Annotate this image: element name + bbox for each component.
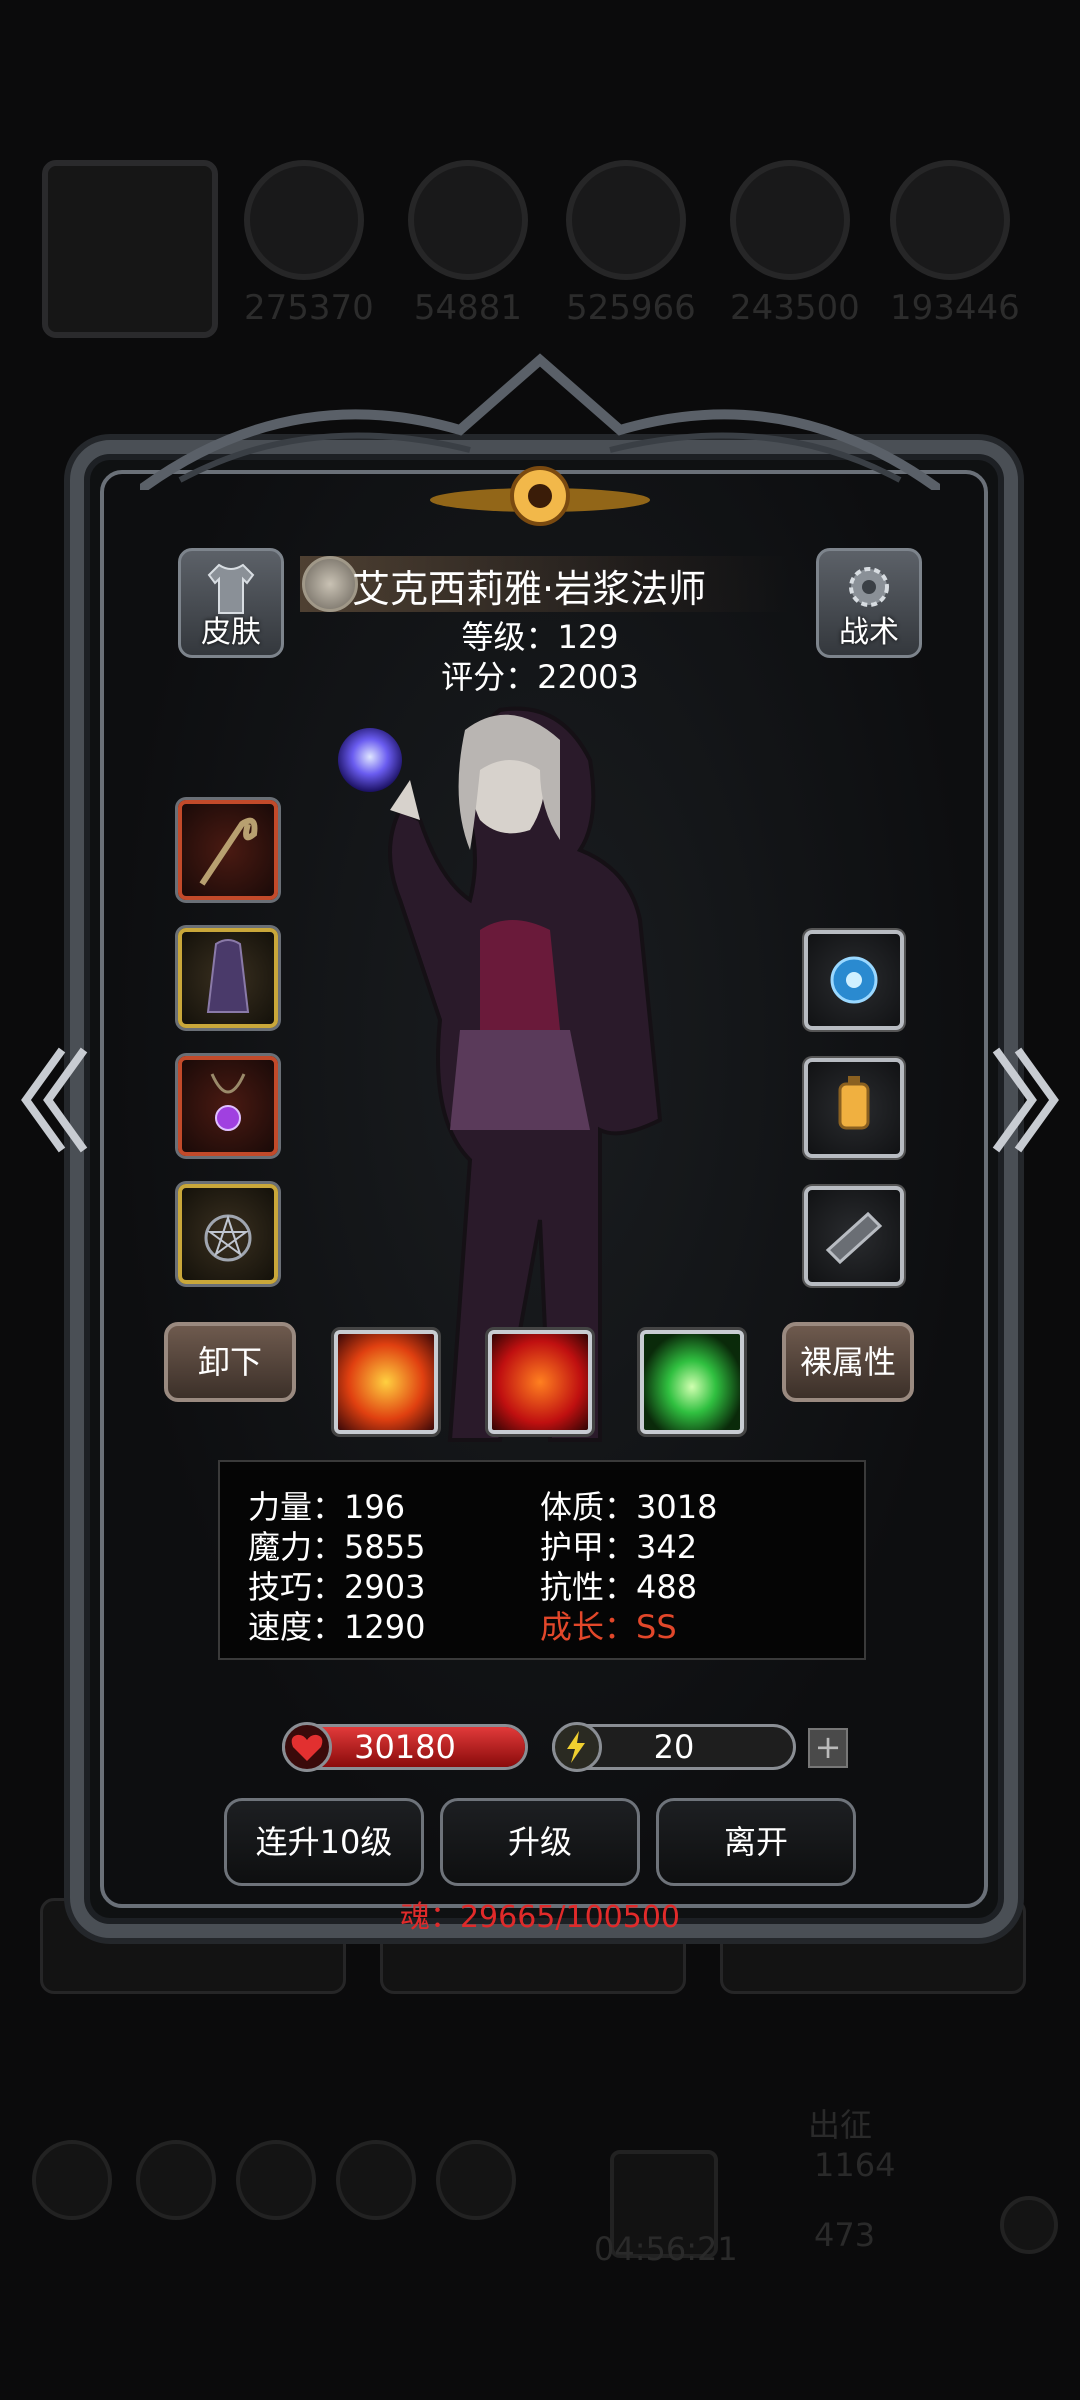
equip-slot-medallion[interactable] <box>178 1184 278 1284</box>
bg-nav-3 <box>236 2140 316 2220</box>
hero-name: 艾克西莉雅·岩浆法师 <box>352 567 707 611</box>
amulet-icon <box>210 1073 246 1131</box>
resource-3-value: 525966 <box>566 288 696 328</box>
equip-slot-weapon[interactable] <box>178 800 278 900</box>
resource-2: 54881 <box>408 160 528 328</box>
hero-rank-badge-icon <box>302 556 358 612</box>
staff-icon <box>199 817 258 886</box>
resource-3: 525966 <box>566 160 696 328</box>
equip-slot-armor[interactable] <box>178 928 278 1028</box>
level-up-10-button[interactable]: 连升10级 <box>224 1798 424 1886</box>
bg-march-count: 1164 <box>814 2146 896 2184</box>
frame-crest-emblem <box>430 466 650 526</box>
stat-growth: 成长：SS <box>540 1608 677 1646</box>
pentagram-icon <box>204 1214 252 1262</box>
prev-hero-arrow-icon[interactable] <box>12 1040 92 1160</box>
resource-4: 243500 <box>730 160 860 328</box>
green-light-skill-icon[interactable] <box>640 1330 744 1434</box>
robe-icon <box>206 939 250 1013</box>
equip-slot-orb[interactable] <box>804 930 904 1030</box>
equip-slot-bracer[interactable] <box>804 1186 904 1286</box>
resource-1-value: 275370 <box>244 288 374 328</box>
add-energy-button[interactable]: + <box>808 1728 848 1768</box>
bg-timer: 04:56:21 <box>594 2230 738 2268</box>
bracer-icon <box>825 1211 883 1265</box>
leave-button[interactable]: 离开 <box>656 1798 856 1886</box>
bg-gem-count: 473 <box>814 2216 876 2254</box>
soul-counter: 魂：29665/100500 <box>399 1900 681 1935</box>
bg-nav-1 <box>32 2140 112 2220</box>
level-up-button[interactable]: 升级 <box>440 1798 640 1886</box>
lantern-icon <box>838 1076 870 1130</box>
equip-slot-amulet[interactable] <box>178 1056 278 1156</box>
heart-icon <box>282 1722 332 1772</box>
bg-nav-2 <box>136 2140 216 2220</box>
resource-5-value: 193446 <box>890 288 1020 328</box>
bg-nav-5 <box>436 2140 516 2220</box>
hero-portrait-bg <box>42 160 218 338</box>
resource-5: 193446 <box>890 160 1020 328</box>
lightning-icon <box>552 1722 602 1772</box>
bg-march-label: 出征 <box>808 2106 873 2144</box>
flame-skill-icon[interactable] <box>488 1330 592 1434</box>
hero-score: 评分：22003 <box>441 658 639 696</box>
resource-2-value: 54881 <box>413 288 523 328</box>
bg-nav-4 <box>336 2140 416 2220</box>
next-hero-arrow-icon[interactable] <box>988 1040 1068 1160</box>
fire-burst-skill-icon[interactable] <box>334 1330 438 1434</box>
equip-slot-lantern[interactable] <box>804 1058 904 1158</box>
bg-corner-button <box>1000 2196 1058 2254</box>
unequip-button[interactable]: 卸下 <box>164 1322 296 1402</box>
resource-1: 275370 <box>244 160 374 328</box>
resource-4-value: 243500 <box>730 288 860 328</box>
base-attribute-button[interactable]: 裸属性 <box>782 1322 914 1402</box>
stat-speed: 速度：1290 <box>248 1608 426 1646</box>
orb-icon <box>830 956 878 1004</box>
